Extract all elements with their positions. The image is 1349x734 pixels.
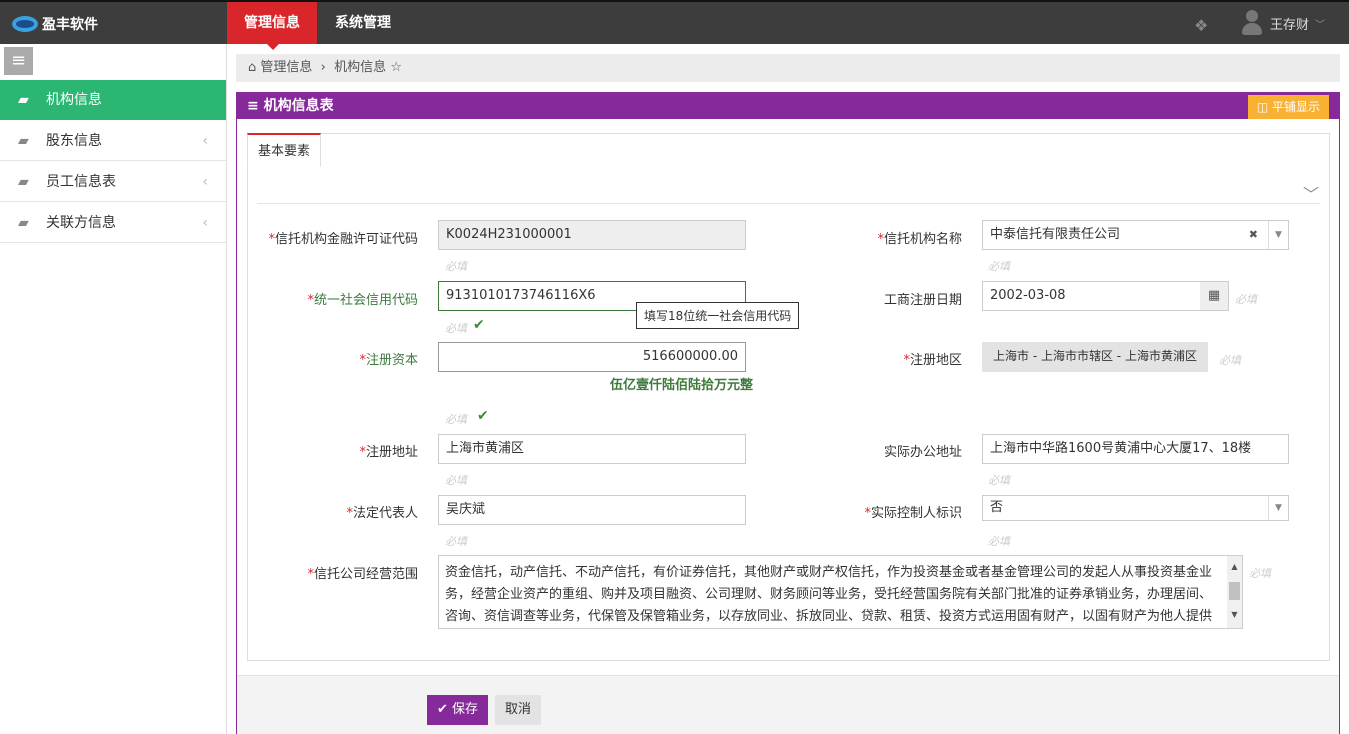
columns-icon: ◫ [1256, 100, 1269, 114]
chevron-left-icon: ‹ [202, 215, 208, 231]
folder-icon: ▰ [18, 215, 29, 231]
dropdown-arrow-icon: ▼ [1268, 496, 1288, 520]
dropdown-arrow-icon[interactable]: ▼ [1268, 221, 1288, 249]
required-hint: 必填 [1219, 354, 1241, 367]
breadcrumb-item: 机构信息 [334, 60, 387, 75]
legal-rep-input[interactable]: 吴庆斌 [438, 495, 746, 525]
save-button[interactable]: ✔ 保存 [427, 695, 489, 725]
sidebar-item-org-info[interactable]: ▰ 机构信息 [0, 80, 226, 120]
reg-region-label: *注册地区 [903, 353, 962, 368]
controller-flag-select[interactable]: 否 ▼ [982, 495, 1289, 521]
org-name-select[interactable]: 中泰信托有限责任公司 ✖ ▼ [982, 220, 1289, 250]
clear-icon[interactable]: ✖ [1249, 221, 1258, 249]
save-label: 保存 [452, 702, 479, 717]
form-footer [237, 675, 1339, 734]
office-address-input[interactable]: 上海市中华路1600号黄浦中心大厦17、18楼 [982, 434, 1289, 464]
chevron-left-icon: ‹ [202, 174, 208, 190]
user-menu[interactable]: 王存财 ﹀ [1240, 10, 1325, 36]
sidebar-item-related-parties[interactable]: ▰ 关联方信息 ‹ [0, 203, 226, 243]
avatar [1240, 10, 1264, 36]
chevron-down-icon[interactable]: ﹀ [1303, 181, 1319, 205]
org-info-panel: ≡ 机构信息表 ◫ 平铺显示 基本要素 ﹀ [236, 92, 1340, 734]
reg-region-picker[interactable]: 上海市 - 上海市市辖区 - 上海市黄浦区 [982, 342, 1208, 372]
sidebar-item-label: 关联方信息 [46, 215, 116, 231]
breadcrumb-item[interactable]: 管理信息 [260, 60, 312, 75]
required-hint: 必填 [1235, 293, 1257, 306]
folder-open-icon: ▰ [18, 92, 29, 108]
app-name: 盈丰软件 [42, 17, 98, 33]
capital-input[interactable]: 516600000.00 [438, 342, 746, 372]
required-hint: 必填 [988, 535, 1010, 548]
tile-display-button[interactable]: ◫ 平铺显示 [1247, 95, 1329, 119]
required-hint: 必填 [988, 474, 1010, 487]
license-code-input[interactable]: K0024H231000001 [438, 220, 746, 250]
required-hint: 必填 [988, 260, 1010, 273]
reg-date-input[interactable]: 2002-03-08 ▦ [982, 281, 1229, 311]
menu-toggle-icon[interactable]: ≡ [4, 47, 33, 75]
breadcrumb: ⌂ 管理信息 › 机构信息 ☆ [236, 54, 1340, 82]
required-hint: 必填 [445, 535, 467, 548]
sidebar-item-label: 员工信息表 [46, 174, 116, 190]
org-name-label: *信托机构名称 [877, 232, 962, 247]
sidebar-item-shareholders[interactable]: ▰ 股东信息 ‹ [0, 121, 226, 161]
license-code-label: *信托机构金融许可证代码 [268, 232, 418, 247]
calendar-icon[interactable]: ▦ [1200, 282, 1228, 310]
divider [257, 203, 1320, 204]
check-icon: ✔ [437, 702, 448, 717]
chevron-left-icon: ‹ [202, 133, 208, 149]
top-bar: 盈丰软件 管理信息 系统管理 ❖ 王存财 ﹀ [0, 0, 1349, 50]
list-icon: ≡ [247, 98, 259, 114]
reg-address-label: *注册地址 [359, 445, 418, 460]
controller-flag-value: 否 [990, 500, 1004, 515]
scope-label: *信托公司经营范围 [307, 567, 418, 582]
star-icon[interactable]: ☆ [390, 60, 402, 75]
user-name: 王存财 [1270, 17, 1310, 33]
sidebar-item-label: 机构信息 [46, 92, 102, 108]
capital-label: *注册资本 [359, 353, 418, 368]
sidebar-item-label: 股东信息 [46, 133, 102, 149]
logo-icon [12, 16, 38, 32]
legal-rep-label: *法定代表人 [346, 506, 418, 521]
required-hint: 必填 [445, 413, 467, 426]
required-hint: 必填 [445, 322, 467, 335]
reg-date-label: 工商注册日期 [883, 293, 962, 308]
required-hint: 必填 [445, 474, 467, 487]
controller-flag-label: *实际控制人标识 [864, 506, 962, 521]
required-hint: 必填 [1249, 567, 1271, 580]
app-logo[interactable]: 盈丰软件 [12, 14, 98, 34]
credit-code-label: *统一社会信用代码 [307, 293, 418, 308]
tab-basic-elements[interactable]: 基本要素 [247, 133, 322, 167]
tab-system-management[interactable]: 系统管理 [318, 2, 408, 44]
office-address-label: 实际办公地址 [883, 445, 962, 460]
required-hint: 必填 [445, 260, 467, 273]
chevron-down-icon: ﹀ [1315, 19, 1326, 31]
panel-title: 机构信息表 [263, 98, 334, 114]
dropbox-icon[interactable]: ❖ [1194, 16, 1208, 35]
reg-address-input[interactable]: 上海市黄浦区 [438, 434, 746, 464]
check-icon: ✔ [477, 408, 489, 424]
home-icon: ⌂ [248, 60, 257, 75]
tab-management-info[interactable]: 管理信息 [227, 2, 317, 50]
check-icon: ✔ [473, 317, 485, 333]
folder-icon: ▰ [18, 174, 29, 190]
credit-code-tooltip: 填写18位统一社会信用代码 [636, 302, 800, 329]
scrollbar[interactable]: ▲ ▼ [1227, 556, 1242, 628]
sidebar-item-employees[interactable]: ▰ 员工信息表 ‹ [0, 162, 226, 202]
capital-in-words: 伍亿壹仟陆佰陆拾万元整 [610, 378, 754, 393]
panel-header: ≡ 机构信息表 ◫ 平铺显示 [237, 93, 1339, 119]
scope-textarea[interactable]: 资金信托，动产信托、不动产信托，有价证券信托，其他财产或财产权信托，作为投资基金… [438, 555, 1243, 629]
folder-icon: ▰ [18, 133, 29, 149]
org-name-value: 中泰信托有限责任公司 [990, 227, 1121, 242]
reg-date-value: 2002-03-08 [990, 288, 1066, 303]
cancel-button[interactable]: 取消 [495, 695, 542, 725]
scope-text: 资金信托，动产信托、不动产信托，有价证券信托，其他财产或财产权信托，作为投资基金… [445, 565, 1213, 624]
tile-display-label: 平铺显示 [1271, 100, 1320, 114]
